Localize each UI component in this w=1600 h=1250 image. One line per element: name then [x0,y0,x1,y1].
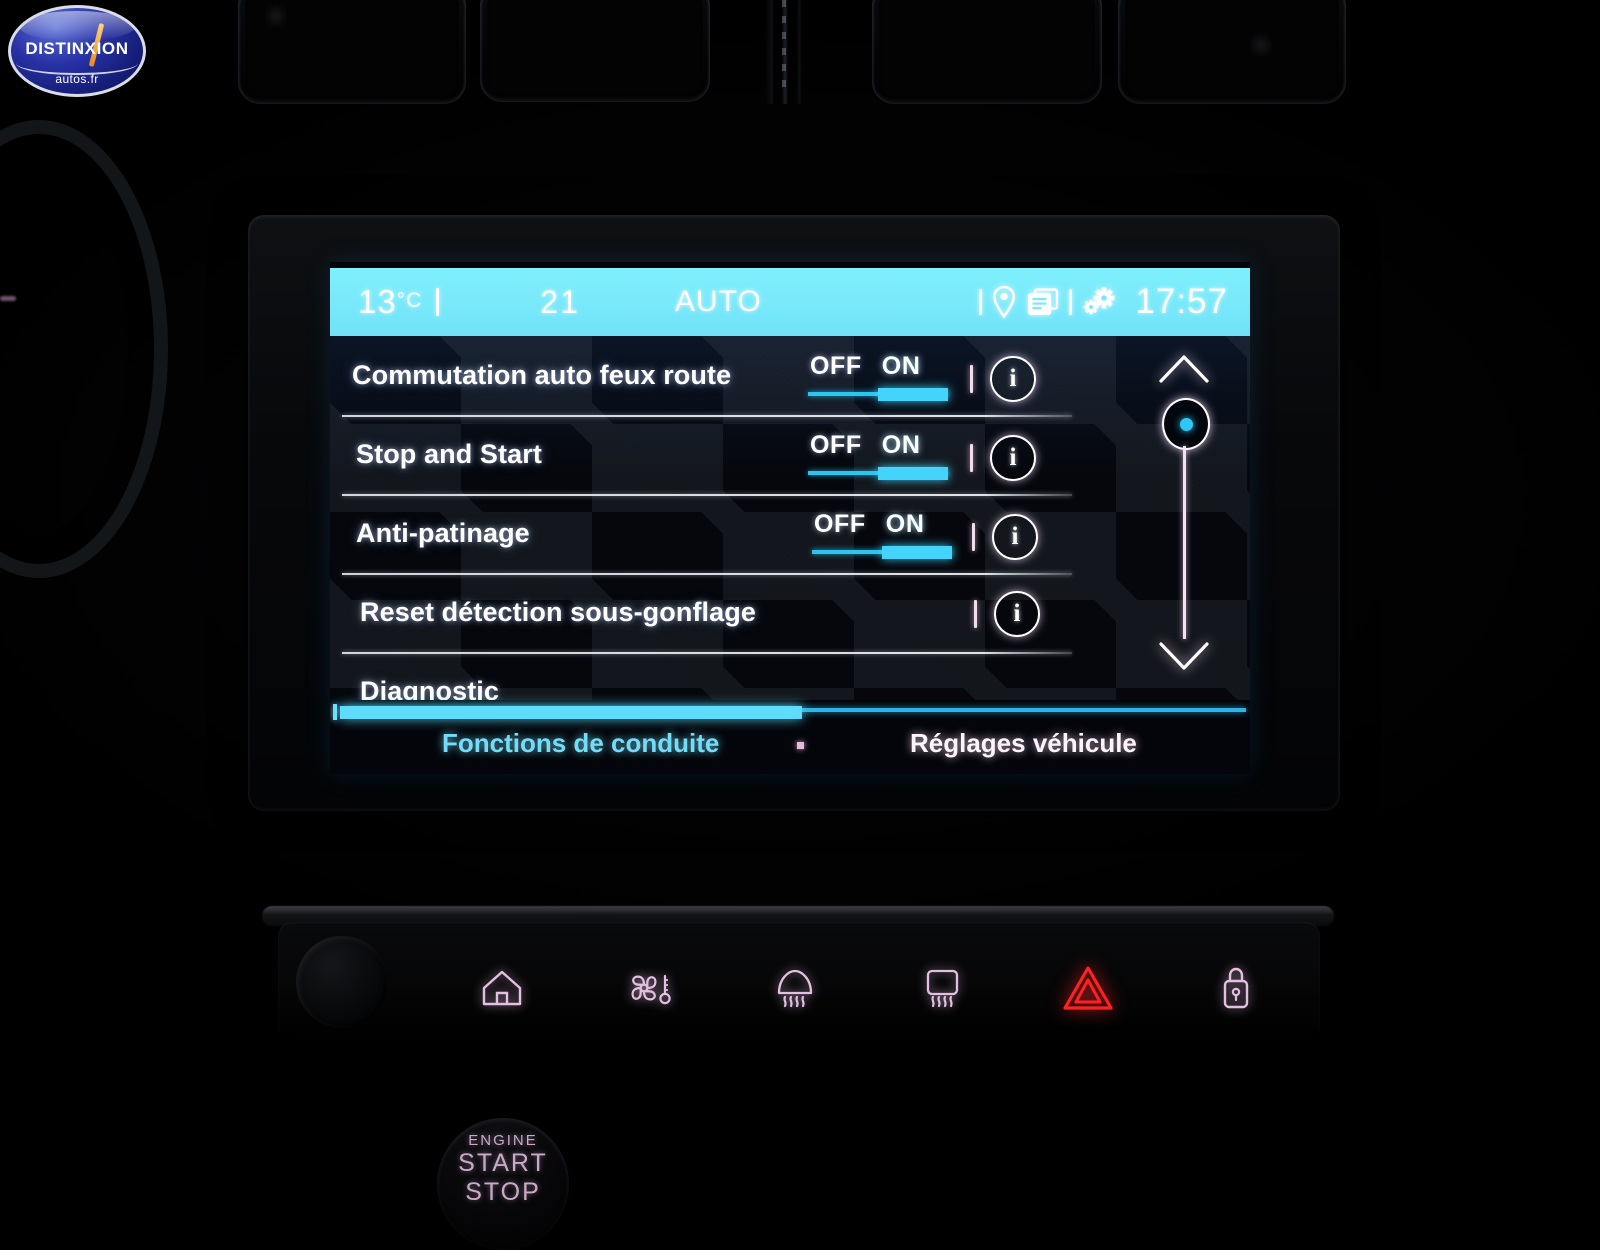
status-bar: 13°C 21 AUTO 17:57 [330,268,1250,336]
toggle-on-label[interactable]: ON [882,431,921,460]
page-indicator-dot [797,742,804,749]
status-bar-right-group: 17:57 [979,282,1228,322]
info-button-reset-tyre-pressure[interactable]: i [974,591,1040,637]
status-separator-2 [979,289,983,315]
scrollbar[interactable] [1130,346,1238,686]
tab-reglages-vehicule[interactable]: Réglages véhicule [910,728,1137,759]
fan-speed-value: 21 [540,283,580,320]
vent-slats [765,0,805,104]
info-icon[interactable]: i [990,435,1036,481]
chevron-up-icon[interactable] [1158,354,1210,384]
air-vent-right-1 [872,0,1102,104]
rear-defrost-icon [917,965,967,1011]
info-icon[interactable]: i [992,514,1038,560]
logo-oval: DISTINXION autos.fr [8,5,146,97]
tab-rail-active-segment [340,706,802,719]
hazard-warning-button[interactable] [1048,955,1128,1021]
toggle-knob[interactable] [882,546,952,559]
dash-reflection [0,296,16,301]
engine-label-line1: ENGINE [468,1132,538,1149]
engine-label-line3: STOP [465,1178,541,1206]
toggle-knob[interactable] [878,467,948,480]
outside-temperature: 13°C [358,283,423,320]
windows-cards-icon[interactable] [1026,287,1060,317]
climate-mode-label: AUTO [674,285,762,318]
climate-button[interactable] [610,955,690,1021]
info-separator [974,600,977,628]
engine-start-stop-label: ENGINE START STOP [455,1132,551,1207]
rear-defrost-button[interactable] [902,955,982,1021]
location-pin-icon[interactable] [991,285,1017,319]
gears-icon[interactable] [1081,286,1117,318]
front-defrost-button[interactable] [755,955,835,1021]
air-vent-left-1 [238,0,466,104]
toggle-track[interactable] [812,546,952,559]
tab-bar: Fonctions de conduite Réglages véhicule [330,700,1250,774]
air-vent-right-2 [1118,0,1346,104]
hazard-warning-icon [1062,964,1114,1012]
toggle-off-label[interactable]: OFF [810,431,862,460]
scrollbar-track[interactable] [1183,446,1186,639]
door-lock-icon [1219,965,1253,1011]
chevron-down-icon[interactable] [1158,641,1210,671]
status-separator-3 [1069,289,1073,315]
toggle-on-label[interactable]: ON [882,352,921,381]
setting-label: Anti-patinage [356,518,530,548]
logo-subtitle: autos.fr [55,72,99,87]
setting-row-diagnostic[interactable]: Diagnostic [330,652,1110,700]
engine-label-line2: START [458,1149,548,1178]
info-button-auto-high-beam[interactable]: i [970,356,1036,402]
home-button[interactable] [462,955,542,1021]
scrollbar-thumb-dot [1179,417,1193,431]
info-button-stop-and-start[interactable]: i [970,435,1036,481]
dealer-logo: DISTINXION autos.fr [8,5,146,97]
front-defrost-icon [769,965,821,1011]
info-separator [970,365,973,393]
toggle-stop-and-start[interactable]: OFF ON [808,431,948,480]
toggle-on-label[interactable]: ON [886,510,925,539]
door-lock-button[interactable] [1196,955,1276,1021]
dashboard-background: 13°C 21 AUTO 17:57 Commutation auto feux… [0,0,1600,1250]
setting-label: Commutation auto feux route [352,360,732,390]
tab-fonctions-de-conduite[interactable]: Fonctions de conduite [442,728,719,759]
setting-label: Diagnostic [360,676,500,700]
setting-label: Stop and Start [356,439,542,469]
toggle-knob[interactable] [878,388,948,401]
tab-rail-start-cap [333,704,337,720]
clock: 17:57 [1135,282,1228,321]
volume-knob[interactable] [296,936,388,1028]
climate-fan-icon [625,966,675,1010]
setting-label: Reset détection sous-gonflage [360,597,756,627]
air-vent-left-2 [480,0,710,102]
logo-highlight [18,11,136,41]
toggle-off-label[interactable]: OFF [810,352,862,381]
home-icon [479,966,525,1010]
logo-wordmark: DISTINXION [25,38,129,58]
info-icon[interactable]: i [994,591,1040,637]
info-button-anti-patinage[interactable]: i [972,514,1038,560]
info-icon[interactable]: i [990,356,1036,402]
steering-wheel-edge [0,120,168,578]
settings-list: Commutation auto feux route Stop and Sta… [330,336,1250,700]
info-separator [970,444,973,472]
toggle-track[interactable] [808,388,948,401]
scrollbar-thumb[interactable] [1162,398,1210,450]
toggle-auto-high-beam[interactable]: OFF ON [808,352,948,401]
info-separator [972,523,975,551]
infotainment-screen[interactable]: 13°C 21 AUTO 17:57 Commutation auto feux… [330,262,1250,774]
status-separator-1 [436,288,440,316]
toggle-anti-patinage[interactable]: OFF ON [812,510,952,559]
toggle-track[interactable] [808,467,948,480]
toggle-off-label[interactable]: OFF [814,510,866,539]
